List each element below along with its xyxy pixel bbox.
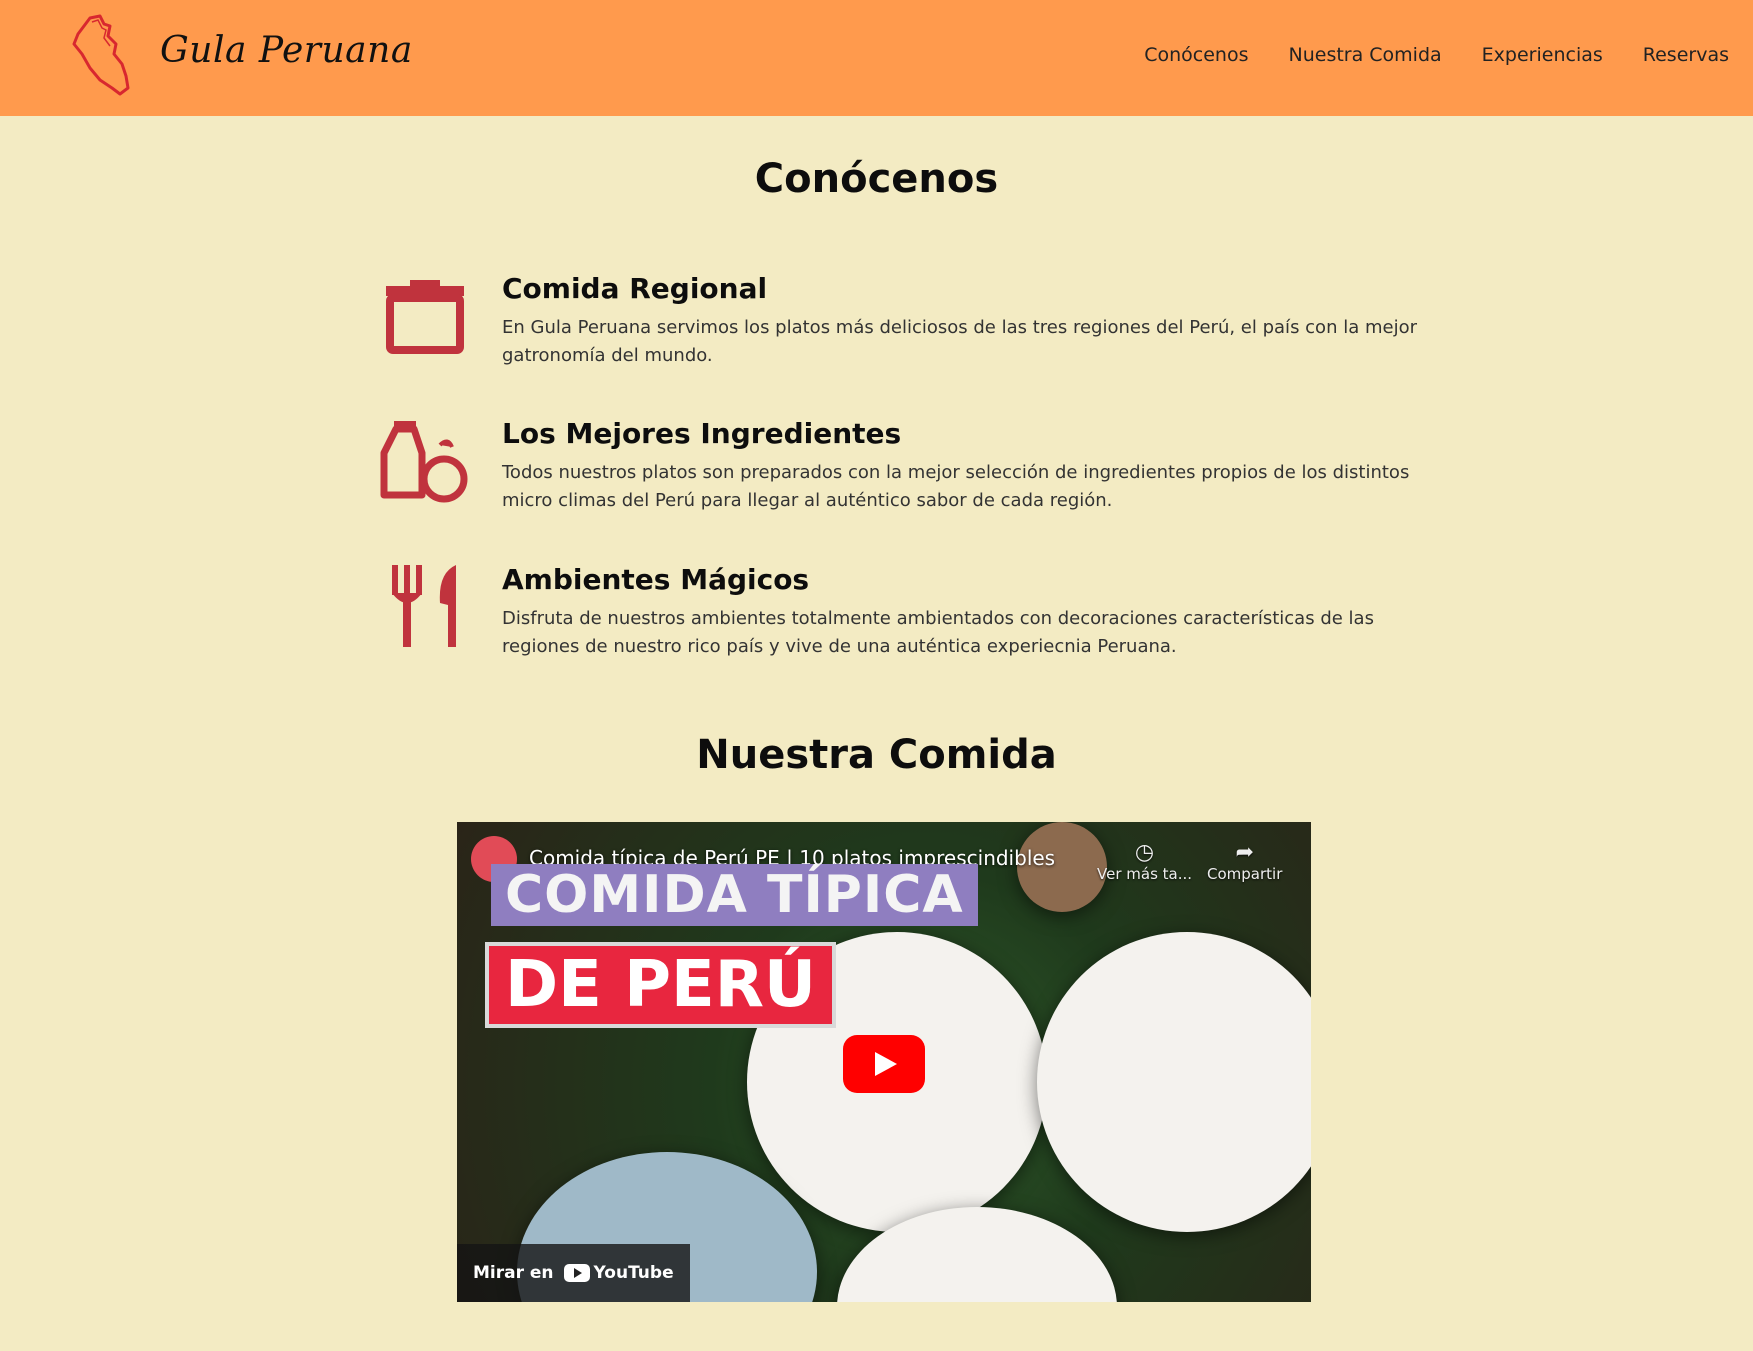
clock-icon: ◷ [1134, 840, 1155, 865]
feature-text: Todos nuestros platos son preparados con… [502, 462, 1410, 511]
watch-on-youtube-button[interactable]: Mirar en YouTube [457, 1244, 690, 1302]
feature-text: Disfruta de nuestros ambientes totalment… [502, 608, 1374, 657]
nav-nuestra-comida[interactable]: Nuestra Comida [1289, 44, 1442, 66]
watch-later-label: Ver más ta... [1097, 865, 1193, 883]
ingredients-icon [380, 421, 468, 503]
feature-title: Ambientes Mágicos [502, 563, 810, 596]
section-title-nuestra-comida: Nuestra Comida [696, 732, 1057, 778]
youtube-logo-icon: YouTube [563, 1263, 674, 1283]
thumbnail-banner-line1: COMIDA TÍPICA [491, 864, 978, 926]
cutlery-icon [392, 565, 456, 647]
feature-title: Los Mejores Ingredientes [502, 417, 902, 450]
share-icon: ➦ [1235, 840, 1254, 865]
feature-ingredientes: Los Mejores Ingredientes Todos nuestros … [380, 417, 1420, 517]
pot-icon [386, 280, 464, 354]
feature-title: Comida Regional [502, 272, 768, 305]
feature-comida-regional: Comida Regional En Gula Peruana servimos… [380, 272, 1420, 372]
youtube-wordmark: YouTube [593, 1263, 674, 1283]
peru-map-logo-icon[interactable] [70, 14, 132, 96]
site-header: Gula Peruana Conócenos Nuestra Comida Ex… [0, 0, 1753, 116]
share-label: Compartir [1207, 865, 1283, 883]
thumbnail-banner-line2: DE PERÚ [485, 942, 836, 1028]
share-button[interactable]: ➦ Compartir [1207, 840, 1282, 883]
main-nav: Conócenos Nuestra Comida Experiencias Re… [1144, 44, 1729, 66]
feature-text: En Gula Peruana servimos los platos más … [502, 317, 1417, 366]
play-button[interactable] [843, 1035, 925, 1093]
nav-conocenos[interactable]: Conócenos [1144, 44, 1248, 66]
watch-on-label: Mirar en [473, 1263, 554, 1283]
feature-ambientes: Ambientes Mágicos Disfruta de nuestros a… [380, 563, 1420, 663]
section-title-conocenos: Conócenos [754, 156, 999, 202]
youtube-video-embed[interactable]: Comida típica de Perú PE | 10 platos imp… [457, 822, 1311, 1302]
watch-later-button[interactable]: ◷ Ver más ta... [1097, 840, 1192, 883]
nav-reservas[interactable]: Reservas [1643, 44, 1729, 66]
nav-experiencias[interactable]: Experiencias [1482, 44, 1603, 66]
brand-name[interactable]: Gula Peruana [160, 30, 413, 71]
